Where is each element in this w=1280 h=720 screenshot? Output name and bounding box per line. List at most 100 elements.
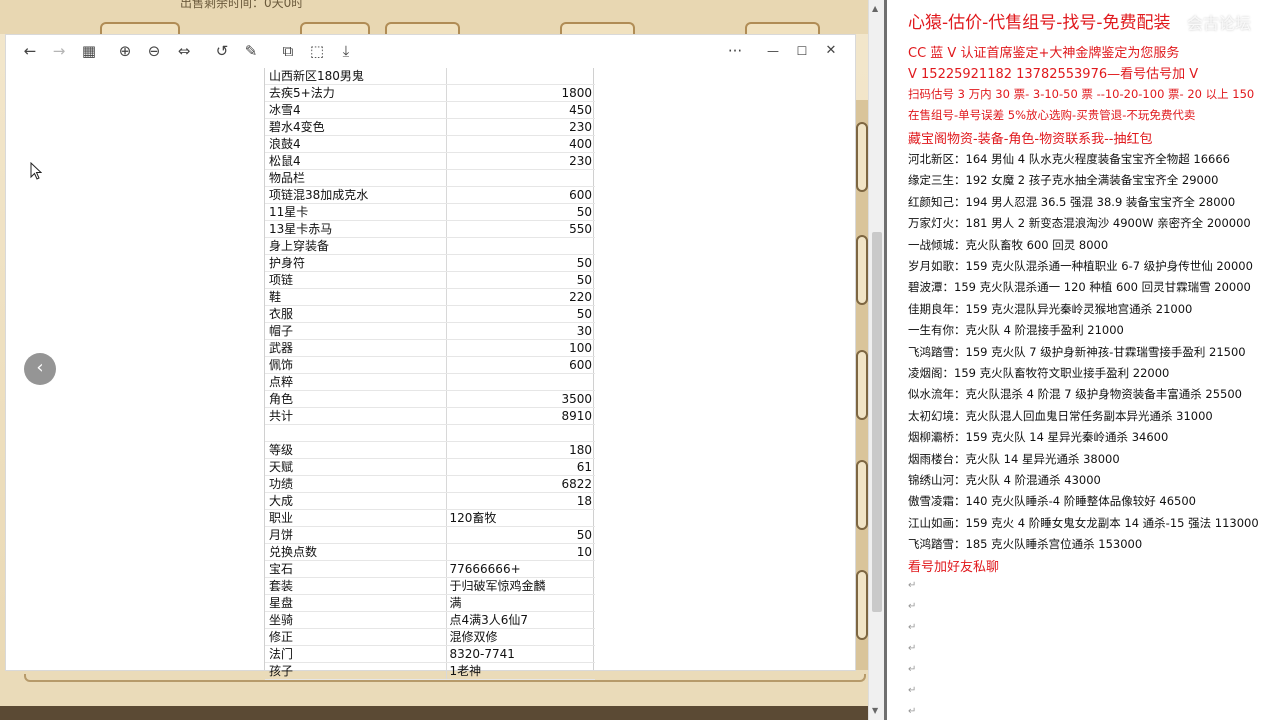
item-value-cell	[446, 68, 595, 86]
vertical-scrollbar[interactable]: ▲ ▼	[868, 0, 884, 720]
valuation-table: 山西新区180男鬼 去疾5+法力 1800 冰雪4 450 碧水4变色 230 浪鼓4 400 松…	[265, 68, 595, 680]
table-row: 角色 3500	[265, 390, 595, 409]
table-row: 武器 100	[265, 339, 595, 358]
item-name-cell: 月饼	[265, 526, 447, 544]
table-row: 护身符 50	[265, 254, 595, 273]
table-row: 孩子 1老神	[265, 662, 595, 680]
header-line: 心猿-估价-代售组号-找号-免费配装	[908, 13, 1171, 33]
edit-icon[interactable]: ✎	[241, 41, 261, 61]
item-value-cell: 于归破军惊鸡金麟	[446, 577, 595, 595]
item-value-cell	[446, 169, 595, 188]
item-value-cell: 10	[446, 543, 595, 561]
frame-knob	[856, 350, 868, 420]
background-tab[interactable]	[385, 22, 460, 34]
forward-arrow-icon[interactable]: →	[49, 41, 69, 61]
item-value-cell: 50	[446, 526, 595, 544]
paragraph-mark: ↵	[908, 643, 917, 654]
item-name-cell	[265, 424, 447, 442]
table-row	[265, 424, 595, 442]
item-name-cell: 法门	[265, 645, 447, 663]
background-tab[interactable]	[560, 22, 635, 34]
frame-knob	[856, 122, 868, 192]
frame-knob	[856, 460, 868, 530]
table-row: 浪鼓4 400	[265, 135, 595, 154]
table-row: 项链混38加成克水 600	[265, 186, 595, 205]
zoom-in-icon[interactable]: ⊕	[115, 41, 135, 61]
header-line: V 15225921182 13782553976—看号估号加 V	[908, 67, 1199, 82]
table-row: 碧水4变色 230	[265, 118, 595, 137]
item-value-cell: 18	[446, 492, 595, 510]
header-line: 在售组号-单号误差 5%放心选购-买贵管退-不玩免费代卖	[908, 108, 1196, 122]
item-value-cell: 450	[446, 101, 595, 120]
item-value-cell: 61	[446, 458, 595, 476]
crop-icon[interactable]: ⬚	[307, 41, 327, 61]
item-value-cell: 8320-7741	[446, 645, 595, 663]
item-name-cell: 共计	[265, 407, 447, 426]
frame-knob	[856, 570, 868, 640]
item-value-cell: 1800	[446, 84, 595, 103]
item-value-cell: 120畜牧	[446, 509, 595, 527]
table-row: 职业 120畜牧	[265, 509, 595, 527]
listing-line: 一生有你：克火队 4 阶混接手盈利 21000	[908, 323, 1124, 338]
fit-to-window-icon[interactable]: ⇔	[174, 41, 194, 61]
paragraph-mark: ↵	[908, 664, 917, 675]
listing-line: 岁月如歌：159 克火队混杀通一种植职业 6-7 级护身传世仙 20000	[908, 259, 1253, 273]
item-name-cell: 鞋	[265, 288, 447, 307]
paragraph-mark: ↵	[908, 580, 917, 591]
item-name-cell: 职业	[265, 509, 447, 527]
scrollbar-thumb[interactable]	[872, 232, 882, 612]
maximize-icon[interactable]: ☐	[792, 41, 812, 61]
listing-line: 碧波潭：159 克火队混杀通一 120 种植 600 回灵甘霖瑞雪 20000	[908, 280, 1251, 295]
background-tab[interactable]	[300, 22, 370, 34]
item-name-cell: 衣服	[265, 305, 447, 324]
zoom-out-icon[interactable]: ⊖	[144, 41, 164, 61]
item-name-cell: 孩子	[265, 662, 447, 680]
table-row: 13星卡赤马 550	[265, 220, 595, 239]
listing-line: 河北新区：164 男仙 4 队水克火程度装备宝宝齐全物超 16666	[908, 152, 1230, 166]
table-row: 11星卡 50	[265, 203, 595, 222]
table-row: 天赋 61	[265, 458, 595, 476]
table-row: 法门 8320-7741	[265, 645, 595, 663]
paragraph-mark: ↵	[908, 685, 917, 696]
item-value-cell: 8910	[446, 407, 595, 426]
item-name-cell: 去疾5+法力	[265, 84, 447, 103]
item-name-cell: 山西新区180男鬼	[265, 68, 447, 86]
item-name-cell: 项链混38加成克水	[265, 186, 447, 205]
save-download-icon[interactable]: ⤓	[336, 41, 356, 61]
item-value-cell: 77666666+	[446, 560, 595, 578]
scroll-down-icon[interactable]: ▼	[872, 706, 878, 715]
back-arrow-icon[interactable]: ←	[20, 41, 40, 61]
table-row: 坐骑 点4满3人6仙7	[265, 611, 595, 629]
item-value-cell: 混修双修	[446, 628, 595, 646]
close-icon[interactable]: ✕	[821, 41, 841, 61]
spreadsheet-image: 山西新区180男鬼 去疾5+法力 1800 冰雪4 450 碧水4变色 230 浪鼓4 400 松…	[264, 68, 595, 680]
table-row: 物品栏	[265, 169, 595, 188]
item-name-cell: 星盘	[265, 594, 447, 612]
item-value-cell: 230	[446, 118, 595, 137]
item-name-cell: 13星卡赤马	[265, 220, 447, 239]
item-value-cell: 满	[446, 594, 595, 612]
background-tab[interactable]	[100, 22, 180, 34]
table-row: 共计 8910	[265, 407, 595, 426]
paragraph-mark: ↵	[908, 622, 917, 633]
previous-image-button[interactable]: ‹	[24, 353, 56, 385]
copy-icon[interactable]: ⧉	[278, 41, 298, 61]
bottom-strip	[0, 706, 868, 720]
scroll-up-icon[interactable]: ▲	[872, 4, 878, 13]
more-options-icon[interactable]: ···	[725, 41, 745, 61]
item-name-cell: 护身符	[265, 254, 447, 273]
item-name-cell: 佩饰	[265, 356, 447, 375]
item-name-cell: 等级	[265, 441, 447, 459]
background-tab[interactable]	[745, 22, 820, 34]
table-row: 星盘满	[265, 594, 595, 612]
table-row: 身上穿装备	[265, 237, 595, 256]
minimize-icon[interactable]: —	[763, 41, 783, 61]
listing-line: 缘定三生：192 女魔 2 孩子克水抽全满装备宝宝齐全 29000	[908, 173, 1219, 188]
item-name-cell: 坐骑	[265, 611, 447, 629]
rotate-icon[interactable]: ↺	[212, 41, 232, 61]
listing-line: 飞鸿踏雪：159 克火队 7 级护身新神孩-甘霖瑞雪接手盈利 21500	[908, 344, 1246, 359]
item-value-cell: 50	[446, 271, 595, 290]
item-value-cell: 1老神	[446, 662, 595, 680]
grid-view-icon[interactable]: ▦	[79, 41, 99, 61]
header-line: CC 蓝 V 认证首席鉴定+大神金牌鉴定为您服务	[908, 46, 1180, 61]
